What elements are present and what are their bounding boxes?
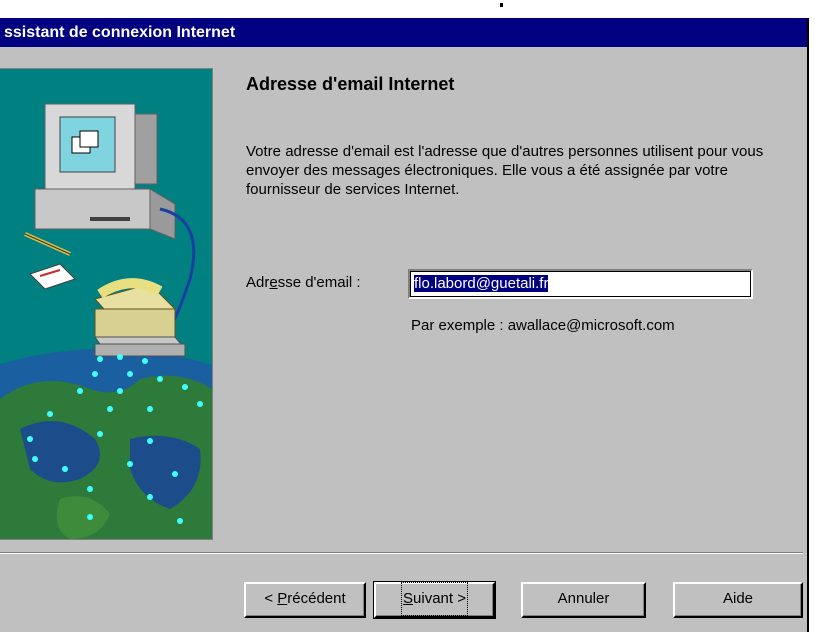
- button-separator: [0, 552, 803, 554]
- next-button[interactable]: Suivant >: [373, 581, 496, 619]
- help-button[interactable]: Aide: [673, 582, 803, 618]
- cancel-button[interactable]: Annuler: [521, 582, 646, 618]
- next-button-post: uivant >: [413, 590, 466, 607]
- help-button-label: Aide: [722, 590, 754, 607]
- next-button-hotkey: S: [403, 590, 414, 607]
- wizard-illustration: [0, 68, 213, 540]
- back-button-hotkey: P: [277, 590, 288, 607]
- wizard-dialog: ssistant de connexion Internet Adresse d…: [0, 18, 809, 632]
- page-heading: Adresse d'email Internet: [246, 74, 455, 94]
- back-button[interactable]: < Précédent: [244, 582, 366, 618]
- email-example: Par exemple : awallace@microsoft.com: [411, 317, 675, 334]
- cancel-button-label: Annuler: [557, 590, 610, 607]
- email-label-post: sse d'email :: [277, 274, 361, 291]
- title-bar[interactable]: ssistant de connexion Internet: [0, 18, 807, 47]
- back-button-post: récédent: [287, 590, 346, 607]
- page-description: Votre adresse d'email est l'adresse que …: [246, 143, 764, 198]
- email-label-hotkey: e: [269, 274, 278, 291]
- email-label-pre: Adr: [246, 274, 270, 291]
- back-button-pre: <: [264, 590, 278, 607]
- email-field[interactable]: flo.labord@guetali.fr: [408, 269, 753, 299]
- email-field-value: flo.labord@guetali.fr: [414, 275, 549, 292]
- top-mark: [500, 3, 503, 7]
- window-title: ssistant de connexion Internet: [4, 24, 236, 41]
- email-field-label: Adresse d'email :: [246, 274, 361, 291]
- computer-phone-globe-icon: [0, 103, 212, 539]
